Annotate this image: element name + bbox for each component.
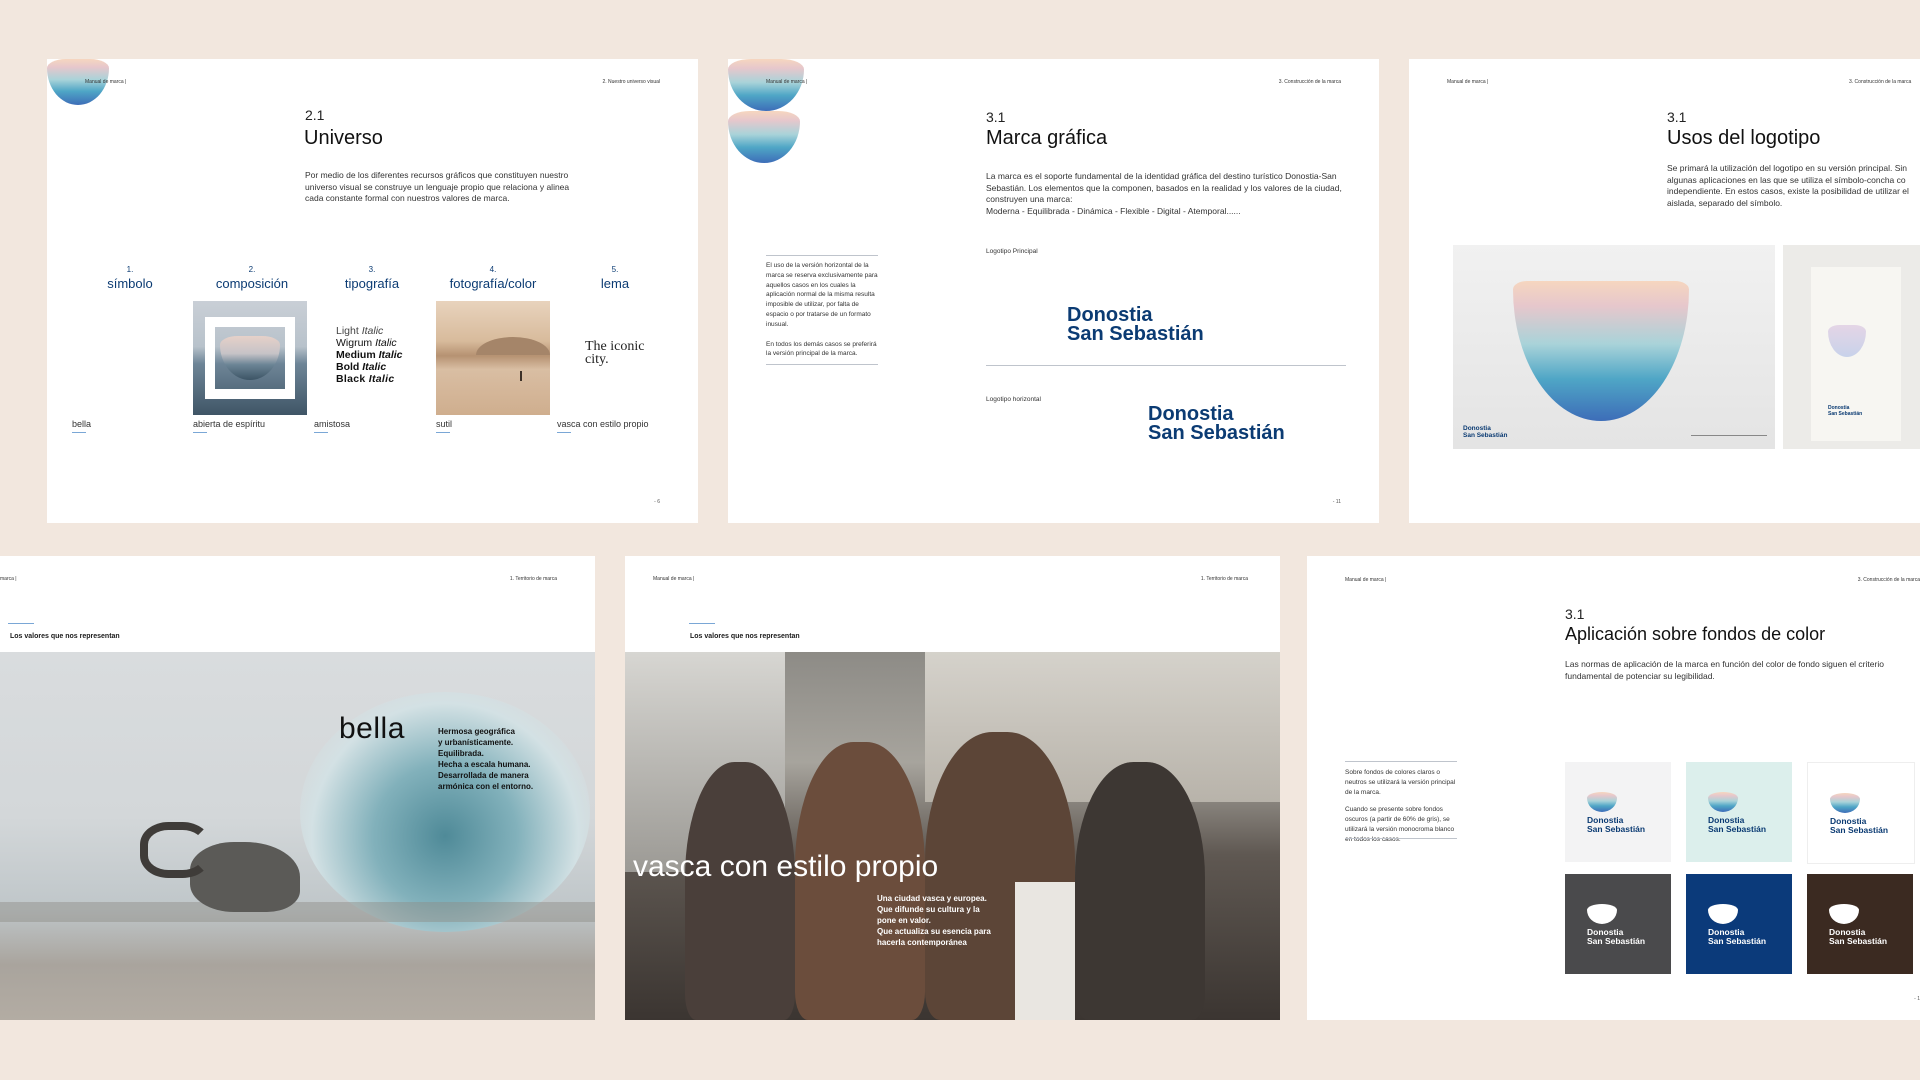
swatch-mint: Donostia San Sebastián xyxy=(1686,762,1792,862)
page-header-right: 2. Nuestro universo visual xyxy=(602,79,660,85)
page-number: - 11 xyxy=(1332,499,1341,505)
caption-vasca: vasca con estilo propio xyxy=(557,419,649,433)
section-number: 3.1 xyxy=(986,109,1006,125)
section-label: Los valores que nos representan xyxy=(690,633,800,640)
logo-horizontal-wordmark: Donostia San Sebastián xyxy=(1148,403,1285,444)
column-head-simbolo: 1. símbolo xyxy=(107,265,153,291)
value-description: Una ciudad vasca y europea. Que difunde s… xyxy=(877,894,991,947)
swatch-dark-grey: Donostia San Sebastián xyxy=(1565,874,1671,974)
page-header-left: Manual de marca | xyxy=(653,576,695,582)
page-vasca: Manual de marca | 1. Territorio de marca… xyxy=(625,556,1280,1020)
logo-horizontal-symbol xyxy=(728,111,800,163)
column-head-composicion: 2. composición xyxy=(215,265,289,291)
intro-text: Las normas de aplicación de la marca en … xyxy=(1565,659,1884,681)
side-note: El uso de la versión horizontal de la ma… xyxy=(766,262,878,358)
label-principal: Logotipo Principal xyxy=(986,248,1038,255)
section-number: 3.1 xyxy=(1667,109,1687,125)
page-header-left: Manual de marca | xyxy=(85,79,127,85)
page-header-right: 1. Territorio de marca xyxy=(1200,576,1248,582)
column-head-lema: 5. lema xyxy=(600,265,630,291)
section-number: 3.1 xyxy=(1565,606,1585,622)
page-header-left: Manual de marca | xyxy=(766,79,808,85)
logo-principal-symbol xyxy=(728,59,804,111)
page-title: Universo xyxy=(304,127,383,149)
page-header-right: 1. Territorio de marca xyxy=(509,576,557,582)
slogan: The iconic city. xyxy=(585,339,645,367)
page-title: Marca gráfica xyxy=(986,127,1108,149)
page-header-left: Manual de marca | xyxy=(1345,577,1387,583)
logo-principal-wordmark: Donostia San Sebastián xyxy=(1067,304,1204,345)
value-headline: vasca con estilo propio xyxy=(633,850,939,883)
intro-text: Se primará la utilización del logotipo e… xyxy=(1667,163,1909,208)
page-header-right: 3. Construcción de la marca xyxy=(1857,577,1920,583)
page-bella: marca | 1. Territorio de marca Los valor… xyxy=(0,556,595,1020)
typography-sample: Light Italic Wigrum Italic Medium Italic… xyxy=(336,325,403,385)
caption-bella: bella xyxy=(72,419,91,433)
label-horizontal: Logotipo horizontal xyxy=(986,396,1041,403)
page-usos-logotipo: Manual de marca | 3. Construcción de la … xyxy=(1409,59,1920,523)
festival-photo xyxy=(625,652,1280,1020)
page-header-left: marca | xyxy=(0,576,17,582)
intro-text: La marca es el soporte fundamental de la… xyxy=(986,171,1342,216)
column-head-fotografia: 4. fotografía/color xyxy=(449,265,537,291)
page-header-right: 3. Construcción de la marca xyxy=(1849,79,1912,85)
section-number: 2.1 xyxy=(305,107,325,123)
page-title: Aplicación sobre fondos de color xyxy=(1565,624,1826,644)
page-fondos-color: Manual de marca | 3. Construcción de la … xyxy=(1307,556,1920,1020)
value-description: Hermosa geográfica y urbanísticamente. Equ… xyxy=(438,727,534,791)
caption-abierta: abierta de espíritu xyxy=(193,419,265,433)
beach-photo xyxy=(436,301,550,415)
section-label: Los valores que nos representan xyxy=(10,633,120,640)
intro-text: Por medio de los diferentes recursos grá… xyxy=(305,170,570,203)
tote-bag-mockup: Donostia San Sebastián xyxy=(1783,245,1920,449)
page-header-right: 3. Construcción de la marca xyxy=(1278,79,1341,85)
page-title: Usos del logotipo xyxy=(1667,127,1821,149)
side-note: Sobre fondos de colores claros o neutros… xyxy=(1345,769,1456,843)
value-word: bella xyxy=(339,712,405,745)
page-number: - 1 xyxy=(1914,996,1920,1002)
page-header-left: Manual de marca | xyxy=(1447,79,1489,85)
swatch-white: Donostia San Sebastián xyxy=(1807,762,1915,864)
caption-amistosa: amistosa xyxy=(314,419,350,433)
swatch-brown: Donostia San Sebastián xyxy=(1807,874,1913,974)
column-head-tipografia: 3. tipografía xyxy=(344,265,400,291)
swatch-navy: Donostia San Sebastián xyxy=(1686,874,1792,974)
page-number: - 6 xyxy=(654,499,660,505)
page-marca-grafica: Manual de marca | 3. Construcción de la … xyxy=(728,59,1379,523)
wave-photo xyxy=(0,652,595,1020)
swatch-light-grey: Donostia San Sebastián xyxy=(1565,762,1671,862)
caption-sutil: sutil xyxy=(436,419,452,433)
logo-card-mockup: Donostia San Sebastián xyxy=(1453,245,1775,449)
composition-image xyxy=(193,301,307,415)
page-universo: Manual de marca | 2. Nuestro universo vi… xyxy=(47,59,698,523)
